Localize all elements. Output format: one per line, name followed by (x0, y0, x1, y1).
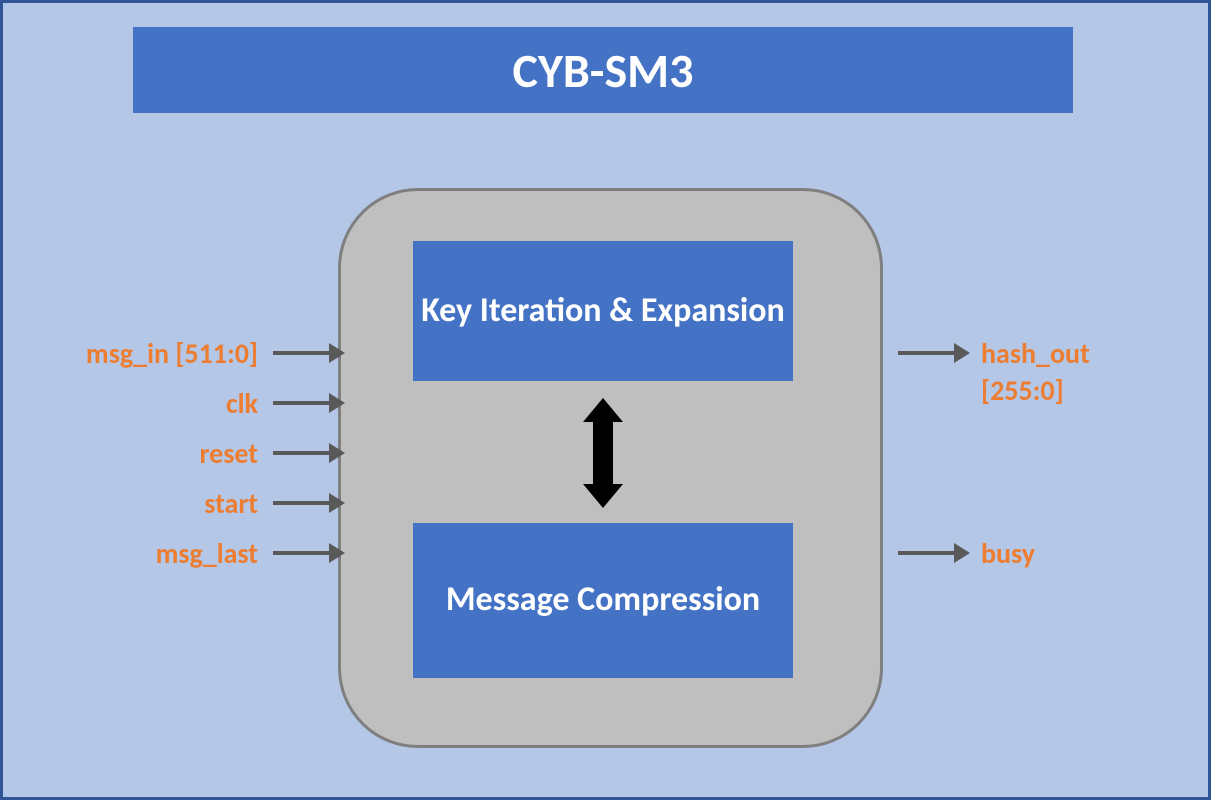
label-start: start (58, 486, 258, 521)
label-hash-out-1: hash_out (981, 336, 1151, 371)
key-iteration-block: Key Iteration & Expansion (413, 241, 793, 381)
title-text: CYB-SM3 (513, 41, 694, 100)
label-busy: busy (981, 536, 1151, 571)
label-clk: clk (58, 386, 258, 421)
arrow-hash-out (898, 351, 958, 355)
block-bottom-label: Message Compression (446, 580, 760, 621)
block-top-label: Key Iteration & Expansion (421, 291, 785, 332)
arrow-msg-in (273, 351, 333, 355)
label-reset: reset (58, 436, 258, 471)
arrow-busy (898, 551, 958, 555)
double-arrow-icon (583, 398, 623, 508)
arrow-reset (273, 451, 333, 455)
message-compression-block: Message Compression (413, 523, 793, 678)
arrow-clk (273, 401, 333, 405)
label-msg-last: msg_last (58, 536, 258, 571)
title-banner: CYB-SM3 (133, 27, 1073, 113)
label-msg-in: msg_in [511:0] (58, 336, 258, 371)
arrow-start (273, 501, 333, 505)
label-hash-out-2: [255:0] (981, 373, 1151, 408)
diagram-container: CYB-SM3 Key Iteration & Expansion Messag… (0, 0, 1211, 800)
arrow-msg-last (273, 551, 333, 555)
